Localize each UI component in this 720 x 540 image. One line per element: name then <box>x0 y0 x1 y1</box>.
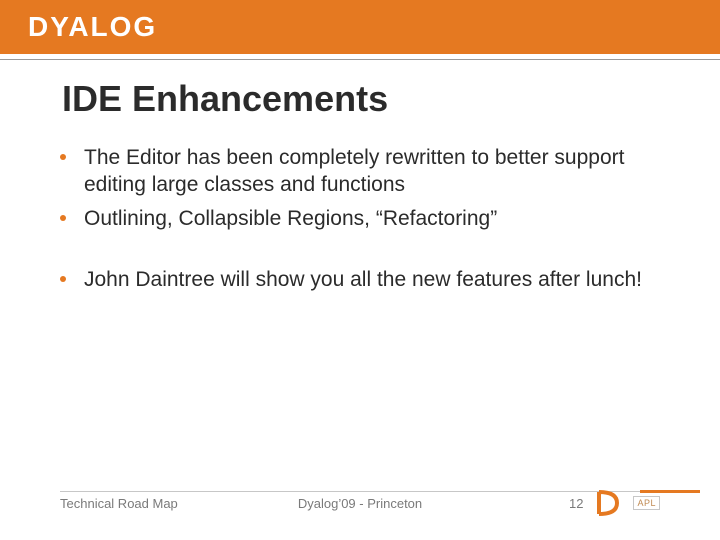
footer-right: 12 APL <box>569 490 660 516</box>
apl-badge: APL <box>633 496 660 510</box>
bullet-item: John Daintree will show you all the new … <box>60 266 660 293</box>
d-mark-icon <box>597 490 619 516</box>
footer: Technical Road Map Dyalog’09 - Princeton… <box>0 490 720 516</box>
bullet-item: The Editor has been completely rewritten… <box>60 144 660 199</box>
slide-body: The Editor has been completely rewritten… <box>0 120 720 540</box>
bullet-group-1: The Editor has been completely rewritten… <box>60 144 660 232</box>
bullet-icon <box>60 276 66 282</box>
bullet-text: The Editor has been completely rewritten… <box>84 144 660 199</box>
header-bar: DYALOG <box>0 0 720 54</box>
page-number: 12 <box>569 496 583 511</box>
bullet-icon <box>60 215 66 221</box>
footer-center: Dyalog’09 - Princeton <box>298 496 422 511</box>
bullet-icon <box>60 154 66 160</box>
bullet-item: Outlining, Collapsible Regions, “Refacto… <box>60 205 660 232</box>
brand-logo: DYALOG <box>28 11 157 43</box>
slide-title: IDE Enhancements <box>62 78 720 120</box>
bullet-text: John Daintree will show you all the new … <box>84 266 660 293</box>
slide: DYALOG IDE Enhancements The Editor has b… <box>0 0 720 540</box>
footer-left: Technical Road Map <box>60 496 178 511</box>
bullet-group-2: John Daintree will show you all the new … <box>60 266 660 293</box>
bullet-text: Outlining, Collapsible Regions, “Refacto… <box>84 205 660 232</box>
header-divider <box>0 54 720 60</box>
